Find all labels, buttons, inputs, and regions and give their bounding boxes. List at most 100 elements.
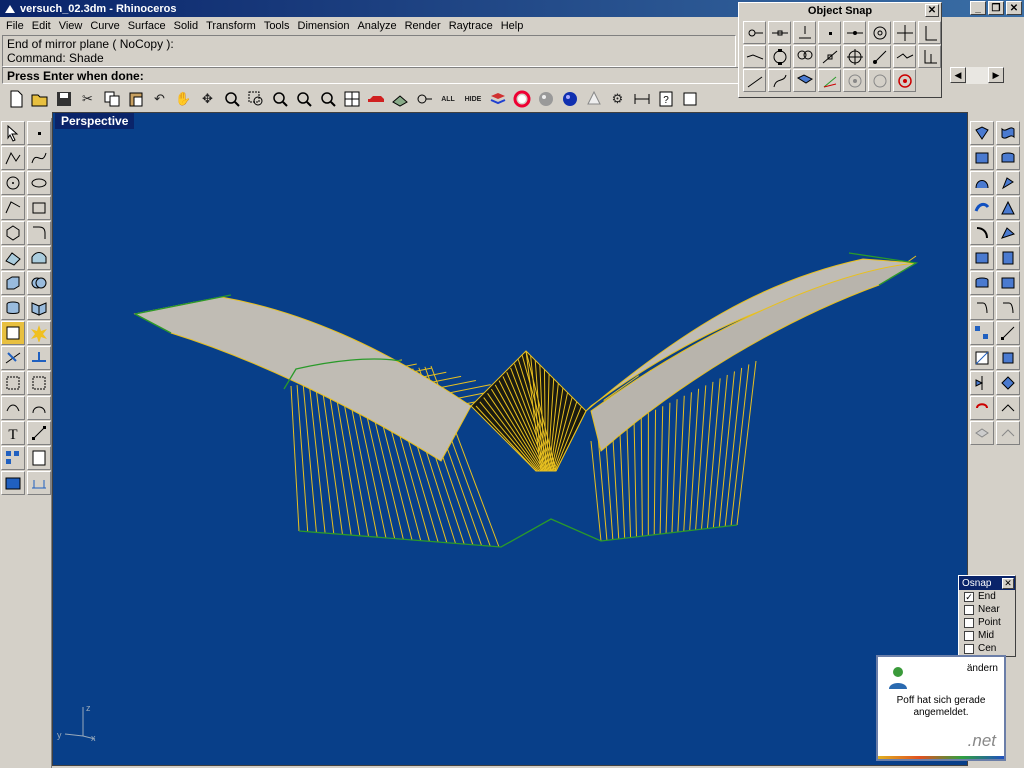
surface-tool-icon[interactable] bbox=[970, 271, 994, 295]
snap-disable-icon[interactable] bbox=[893, 69, 916, 92]
color-wheel-icon[interactable] bbox=[510, 88, 533, 111]
explode-icon[interactable] bbox=[27, 321, 51, 345]
save-icon[interactable] bbox=[52, 88, 75, 111]
snap-quad-icon[interactable] bbox=[743, 45, 766, 68]
surface-tool-icon[interactable] bbox=[996, 221, 1020, 245]
snap-project-icon[interactable] bbox=[818, 45, 841, 68]
polyline-icon[interactable] bbox=[1, 146, 25, 170]
surface-tool-icon[interactable] bbox=[970, 396, 994, 420]
menu-render[interactable]: Render bbox=[401, 20, 445, 32]
scroll-track[interactable] bbox=[966, 67, 988, 84]
object-snap-close-button[interactable]: ✕ bbox=[925, 4, 939, 17]
ellipse-icon[interactable] bbox=[27, 171, 51, 195]
snap-planar-icon[interactable] bbox=[818, 69, 841, 92]
menu-tools[interactable]: Tools bbox=[260, 20, 294, 32]
surface-tool-icon[interactable] bbox=[996, 196, 1020, 220]
rectangle-icon[interactable] bbox=[27, 196, 51, 220]
surface-tool-icon[interactable] bbox=[996, 146, 1020, 170]
undo-icon[interactable]: ↶ bbox=[148, 88, 171, 111]
polygon-icon[interactable] bbox=[1, 221, 25, 245]
surface-tool-icon[interactable] bbox=[996, 171, 1020, 195]
wing-surface-model[interactable]: z y x bbox=[53, 113, 968, 766]
perspective-viewport[interactable]: z y x Perspective bbox=[52, 112, 968, 766]
snap-surface-icon[interactable] bbox=[793, 69, 816, 92]
surface-tool-icon[interactable] bbox=[996, 246, 1020, 270]
menu-solid[interactable]: Solid bbox=[170, 20, 202, 32]
split-icon[interactable] bbox=[27, 346, 51, 370]
menu-view[interactable]: View bbox=[55, 20, 87, 32]
minimize-button[interactable]: _ bbox=[970, 1, 986, 15]
select-arrow-icon[interactable] bbox=[1, 121, 25, 145]
osnap-option-point[interactable]: Point bbox=[959, 616, 1015, 629]
dimension-icon[interactable] bbox=[630, 88, 653, 111]
close-button[interactable]: ✕ bbox=[1006, 1, 1022, 15]
box-icon[interactable] bbox=[1, 271, 25, 295]
array-icon[interactable] bbox=[1, 446, 25, 470]
checkbox-icon[interactable] bbox=[964, 617, 974, 628]
menu-surface[interactable]: Surface bbox=[124, 20, 170, 32]
render-sphere-icon[interactable] bbox=[558, 88, 581, 111]
checkbox-icon[interactable]: ✓ bbox=[964, 591, 974, 602]
snap-center-cross-icon[interactable] bbox=[843, 45, 866, 68]
cylinder-icon[interactable] bbox=[1, 296, 25, 320]
snap-disable-icon[interactable] bbox=[843, 69, 866, 92]
select-all-button[interactable]: ALL bbox=[436, 88, 460, 111]
osnap-option-cen[interactable]: Cen bbox=[959, 642, 1015, 655]
rotate-view-icon[interactable]: ✥ bbox=[196, 88, 219, 111]
help-icon[interactable]: ? bbox=[654, 88, 677, 111]
edit-point-icon[interactable] bbox=[1, 321, 25, 345]
snap-along-icon[interactable] bbox=[893, 45, 916, 68]
four-viewports-icon[interactable] bbox=[340, 88, 363, 111]
snap-perp-from-icon[interactable] bbox=[918, 45, 941, 68]
menu-file[interactable]: File bbox=[2, 20, 28, 32]
surface-tool-icon[interactable] bbox=[970, 346, 994, 370]
snap-near-icon[interactable] bbox=[768, 21, 791, 44]
arc-icon[interactable] bbox=[1, 196, 25, 220]
snap-cen-icon[interactable] bbox=[843, 21, 866, 44]
surface-tool-icon[interactable] bbox=[970, 221, 994, 245]
mesh-icon[interactable] bbox=[27, 296, 51, 320]
messenger-notification[interactable]: ändern Poff hat sich gerade angemeldet. … bbox=[876, 655, 1006, 761]
snap-curve-icon[interactable] bbox=[768, 69, 791, 92]
render-viewport-icon[interactable] bbox=[1, 471, 25, 495]
surface-tool-icon[interactable] bbox=[996, 296, 1020, 320]
surface-tool-icon[interactable] bbox=[970, 121, 994, 145]
circle-icon[interactable] bbox=[1, 171, 25, 195]
surface-tool-icon[interactable] bbox=[996, 371, 1020, 395]
osnap-option-end[interactable]: ✓ End bbox=[959, 590, 1015, 603]
cut-icon[interactable]: ✂ bbox=[76, 88, 99, 111]
shade-icon[interactable] bbox=[388, 88, 411, 111]
menu-help[interactable]: Help bbox=[497, 20, 528, 32]
group-icon[interactable] bbox=[1, 371, 25, 395]
menu-dimension[interactable]: Dimension bbox=[294, 20, 354, 32]
paste-icon[interactable] bbox=[124, 88, 147, 111]
text-icon[interactable]: T bbox=[1, 421, 25, 445]
snap-tan-icon[interactable] bbox=[918, 21, 941, 44]
point-icon[interactable] bbox=[27, 121, 51, 145]
move-icon[interactable] bbox=[1, 396, 25, 420]
trim-icon[interactable] bbox=[1, 346, 25, 370]
change-link[interactable]: ändern bbox=[967, 663, 998, 674]
viewport-title[interactable]: Perspective bbox=[55, 113, 135, 129]
surface-tool-icon[interactable] bbox=[970, 196, 994, 220]
properties-icon[interactable] bbox=[678, 88, 701, 111]
ungroup-icon[interactable] bbox=[27, 371, 51, 395]
surface-tool-icon[interactable] bbox=[970, 371, 994, 395]
horizontal-scrollbar[interactable]: ◀ ▶ bbox=[950, 67, 1004, 84]
surface-tool-icon[interactable] bbox=[996, 121, 1020, 145]
surface-tool-icon[interactable] bbox=[970, 171, 994, 195]
scale-icon[interactable] bbox=[27, 421, 51, 445]
surface-patch-icon[interactable] bbox=[27, 246, 51, 270]
scroll-right-icon[interactable]: ▶ bbox=[988, 67, 1004, 83]
layout-icon[interactable] bbox=[27, 446, 51, 470]
snap-from-icon[interactable] bbox=[868, 45, 891, 68]
surface-tool-icon[interactable] bbox=[996, 321, 1020, 345]
boolean-union-icon[interactable] bbox=[27, 271, 51, 295]
snap-knot-icon[interactable] bbox=[768, 45, 791, 68]
options-gear-icon[interactable]: ⚙ bbox=[606, 88, 629, 111]
surface-tool-icon[interactable] bbox=[970, 246, 994, 270]
snap-end-icon[interactable] bbox=[743, 21, 766, 44]
checkbox-icon[interactable] bbox=[964, 643, 974, 654]
menu-analyze[interactable]: Analyze bbox=[353, 20, 400, 32]
new-file-icon[interactable] bbox=[4, 88, 27, 111]
